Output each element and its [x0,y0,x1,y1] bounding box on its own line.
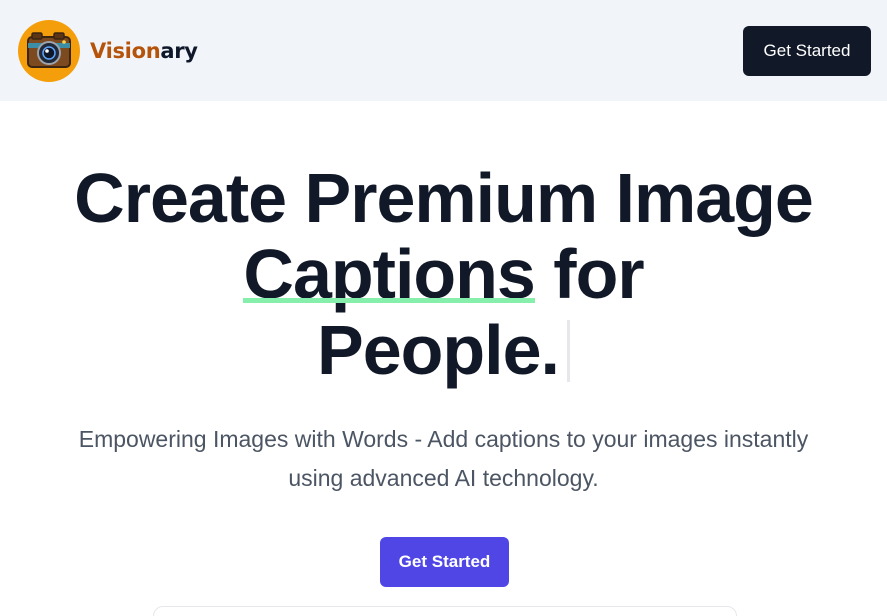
navbar: Visionary Get Started [0,0,887,101]
brand[interactable]: Visionary [18,19,198,82]
hero-title-line-1: Create Premium Image [74,159,814,237]
typing-caret [566,320,570,382]
upload-card [153,606,737,616]
brand-name: Visionary [90,39,198,63]
header-get-started-button[interactable]: Get Started [743,25,871,76]
hero-title: Create Premium Image Captions for People… [0,160,887,388]
hero-title-highlight: Captions [243,235,536,313]
brand-name-part-2: ary [160,38,198,63]
hero-get-started-button[interactable]: Get Started [380,537,509,587]
hero-title-line-2-rest: for [553,235,644,313]
hero-title-line-3: People. [317,311,560,389]
camera-icon [18,19,80,82]
brand-name-part-1: Vision [90,38,161,63]
hero-subtitle: Empowering Images with Words - Add capti… [78,426,809,491]
